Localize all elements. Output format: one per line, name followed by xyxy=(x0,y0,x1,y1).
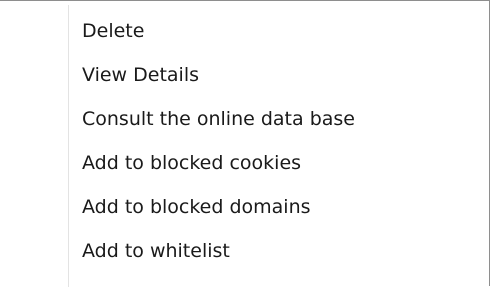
menu-item-add-to-whitelist[interactable]: Add to whitelist xyxy=(70,233,486,277)
menu-item-label: Consult the online data base xyxy=(82,108,355,130)
context-menu: Delete View Details Consult the online d… xyxy=(0,0,490,287)
menu-item-label: Add to whitelist xyxy=(82,240,230,262)
menu-item-add-to-blocked-domains[interactable]: Add to blocked domains xyxy=(70,189,486,233)
menu-item-label: Add to blocked domains xyxy=(82,196,311,218)
menu-item-consult-online-database[interactable]: Consult the online data base xyxy=(70,101,486,145)
menu-item-label: Add to blocked cookies xyxy=(82,152,302,174)
menu-item-label: Delete xyxy=(82,20,145,42)
menu-item-label: View Details xyxy=(82,64,199,86)
menu-item-add-to-blocked-cookies[interactable]: Add to blocked cookies xyxy=(70,145,486,189)
icon-gutter-separator xyxy=(68,5,69,287)
menu-item-view-details[interactable]: View Details xyxy=(70,57,486,101)
menu-item-delete[interactable]: Delete xyxy=(70,13,486,57)
